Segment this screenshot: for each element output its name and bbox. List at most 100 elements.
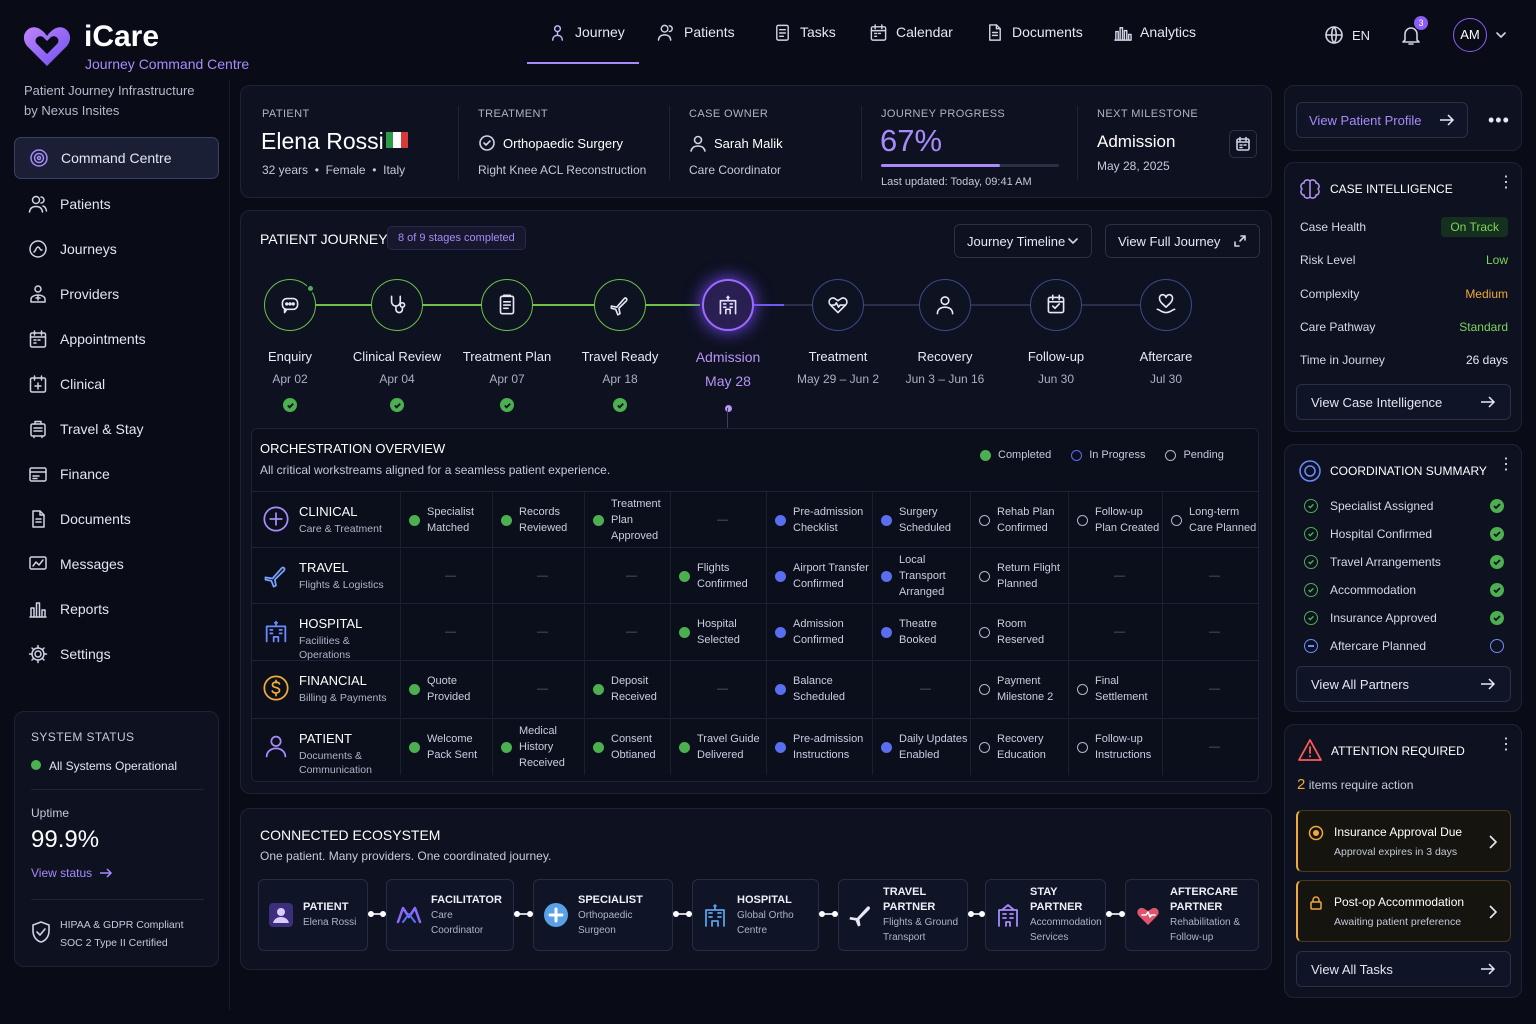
workstream-task[interactable]: Room Reserved [970,604,1068,660]
ecosystem-node-stay-partner[interactable]: STAY PARTNER Accommodation Services [985,879,1106,951]
milestone-calendar-button[interactable] [1229,130,1257,158]
notifications-button[interactable]: 3 [1400,16,1428,48]
ecosystem-node-specialist[interactable]: SPECIALIST Orthopaedic Surgeon [533,879,673,951]
workstream-task[interactable]: Surgery Scheduled [872,492,970,548]
tab-analytics[interactable]: Analytics [1113,0,1196,64]
sidebar-item-providers[interactable]: Providers [14,273,219,315]
avatar[interactable]: AM [1453,18,1487,52]
workstream-task[interactable]: — [1162,604,1258,660]
workstream-task[interactable]: Welcome Pack Sent [400,719,492,775]
sidebar-item-settings[interactable]: Settings [14,633,219,675]
attention-item[interactable]: Insurance Approval Due Approval expires i… [1296,810,1511,872]
sidebar-item-documents[interactable]: Documents [14,498,219,540]
workstream-task[interactable]: Travel Guide Delivered [670,719,766,775]
workstream-task[interactable]: — [872,661,970,717]
workstream-task[interactable]: — [492,548,584,604]
workstream-task[interactable]: Return Flight Planned [970,548,1068,604]
journey-stage-recovery[interactable]: Recovery Jun 3 – Jun 16 [885,279,1005,386]
tab-journey[interactable]: Journey [548,0,625,64]
check-circle-icon [479,135,495,151]
sidebar-item-journeys[interactable]: Journeys [14,228,219,270]
view-case-intelligence-button[interactable]: View Case Intelligence [1296,384,1511,420]
workstream-task[interactable]: Final Settlement [1068,661,1162,717]
workstream-task[interactable]: Consent Obtianed [584,719,670,775]
workstream-task[interactable]: Long-term Care Planned [1162,492,1258,548]
workstream-task[interactable]: — [492,604,584,660]
empty-task: — [537,626,548,638]
journey-stage-aftercare[interactable]: Aftercare Jul 30 [1106,279,1226,386]
journey-stage-follow-up[interactable]: Follow-up Jun 30 [996,279,1116,386]
ecosystem-node-hospital[interactable]: HOSPITAL Global Ortho Centre [692,879,819,951]
view-patient-profile-button[interactable]: View Patient Profile [1296,102,1468,138]
workstream-task[interactable]: Follow-up Plan Created [1068,492,1162,548]
workstream-task[interactable]: — [1068,548,1162,604]
view-status-link[interactable]: View status [31,866,114,880]
workstream-task[interactable]: Balance Scheduled [766,661,872,717]
workstream-task[interactable]: — [400,604,492,660]
workstream-task[interactable]: Rehab Plan Confirmed [970,492,1068,548]
workstream-task[interactable]: — [1162,661,1258,717]
more-options-icon[interactable]: ••• [1488,110,1510,131]
workstream-task[interactable]: Medical History Received [492,719,584,775]
journey-timeline-dropdown[interactable]: Journey Timeline [954,224,1092,258]
workstream-task[interactable]: Quote Provided [400,661,492,717]
workstream-task[interactable]: Daily Updates Enabled [872,719,970,775]
journey-stage-travel-ready[interactable]: Travel Ready Apr 18 [560,279,680,412]
workstream-task[interactable]: — [400,548,492,604]
kebab-menu-icon[interactable]: ⋮ [1498,737,1514,753]
workstream-task[interactable]: — [670,661,766,717]
workstream-task[interactable]: Flights Confirmed [670,548,766,604]
ecosystem-node-facilitator[interactable]: FACILITATOR Care Coordinator [386,879,514,951]
workstream-task[interactable]: — [670,492,766,548]
workstream-task[interactable]: Deposit Received [584,661,670,717]
sidebar-item-messages[interactable]: Messages [14,543,219,585]
workstream-task[interactable]: Records Reviewed [492,492,584,548]
sidebar-item-appointments[interactable]: Appointments [14,318,219,360]
sidebar-item-clinical[interactable]: Clinical [14,363,219,405]
users-icon [28,194,48,214]
view-all-partners-button[interactable]: View All Partners [1296,666,1511,702]
sidebar-item-patients[interactable]: Patients [14,183,219,225]
journey-stage-clinical-review[interactable]: Clinical Review Apr 04 [337,279,457,412]
workstream-task[interactable]: — [584,548,670,604]
workstream-task[interactable]: Treatment Plan Approved [584,492,670,548]
journey-stage-treatment[interactable]: Treatment May 29 – Jun 2 [778,279,898,386]
ecosystem-node-aftercare-partner[interactable]: AFTERCARE PARTNER Rehabilitation & Follow… [1125,879,1259,951]
sidebar-item-command-centre[interactable]: Command Centre [14,137,219,179]
view-full-journey-button[interactable]: View Full Journey [1105,224,1260,258]
workstream-task[interactable]: — [1162,548,1258,604]
workstream-task[interactable]: Hospital Selected [670,604,766,660]
language-switcher[interactable]: EN [1324,25,1370,45]
attention-item[interactable]: Post-op Accommodation Awaiting patient pr… [1296,880,1511,942]
workstream-task[interactable]: Pre-admission Instructions [766,719,872,775]
chevron-down-icon[interactable] [1495,30,1507,40]
workstream-task[interactable]: Payment Milestone 2 [970,661,1068,717]
workstream-task[interactable]: Airport Transfer Confirmed [766,548,872,604]
journey-stage-admission[interactable]: Admission May 28 [668,279,788,412]
view-all-tasks-button[interactable]: View All Tasks [1296,951,1511,987]
workstream-task[interactable]: Follow-up Instructions [1068,719,1162,775]
workstream-task[interactable]: — [1068,604,1162,660]
workstream-task[interactable]: — [1162,719,1258,775]
tab-documents[interactable]: Documents [985,0,1083,64]
kebab-menu-icon[interactable]: ⋮ [1498,175,1514,191]
ecosystem-node-patient[interactable]: PATIENT Elena Rossi [258,879,368,951]
journey-stage-treatment-plan[interactable]: Treatment Plan Apr 07 [447,279,567,412]
workstream-task[interactable]: — [492,661,584,717]
workstream-task[interactable]: — [584,604,670,660]
workstream-task[interactable]: Local Transport Arranged [872,548,970,604]
workstream-task[interactable]: Recovery Education [970,719,1068,775]
ecosystem-node-travel-partner[interactable]: TRAVEL PARTNER Flights & Ground Transport [838,879,968,951]
workstream-task[interactable]: Specialist Matched [400,492,492,548]
sidebar-item-reports[interactable]: Reports [14,588,219,630]
tab-calendar[interactable]: Calendar [869,0,953,64]
sidebar-item-travel-stay[interactable]: Travel & Stay [14,408,219,450]
tab-tasks[interactable]: Tasks [773,0,836,64]
sidebar-item-finance[interactable]: Finance [14,453,219,495]
tab-patients[interactable]: Patients [657,0,735,64]
kebab-menu-icon[interactable]: ⋮ [1498,457,1514,473]
workstream-task[interactable]: Admission Confirmed [766,604,872,660]
workstream-task[interactable]: Theatre Booked [872,604,970,660]
workstream-task[interactable]: Pre-admission Checklist [766,492,872,548]
journey-stage-enquiry[interactable]: Enquiry Apr 02 [230,279,350,412]
